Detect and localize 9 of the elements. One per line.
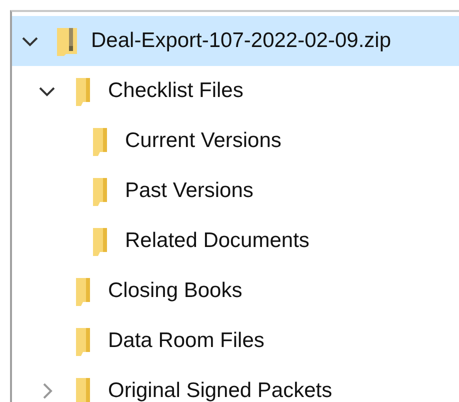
tree-item[interactable]: Data Room Files [12, 316, 459, 366]
tree-item[interactable]: Closing Books [12, 266, 459, 316]
tree-item[interactable]: Current Versions [12, 116, 459, 166]
tree-item[interactable]: Past Versions [12, 166, 459, 216]
tree-item[interactable]: Checklist Files [12, 66, 459, 116]
tree-item[interactable]: Original Signed Packets [12, 366, 459, 402]
tree-item[interactable]: Related Documents [12, 216, 459, 266]
zip-folder-icon [56, 26, 78, 56]
tree-item[interactable]: Deal-Export-107-2022-02-09.zip [12, 16, 459, 66]
